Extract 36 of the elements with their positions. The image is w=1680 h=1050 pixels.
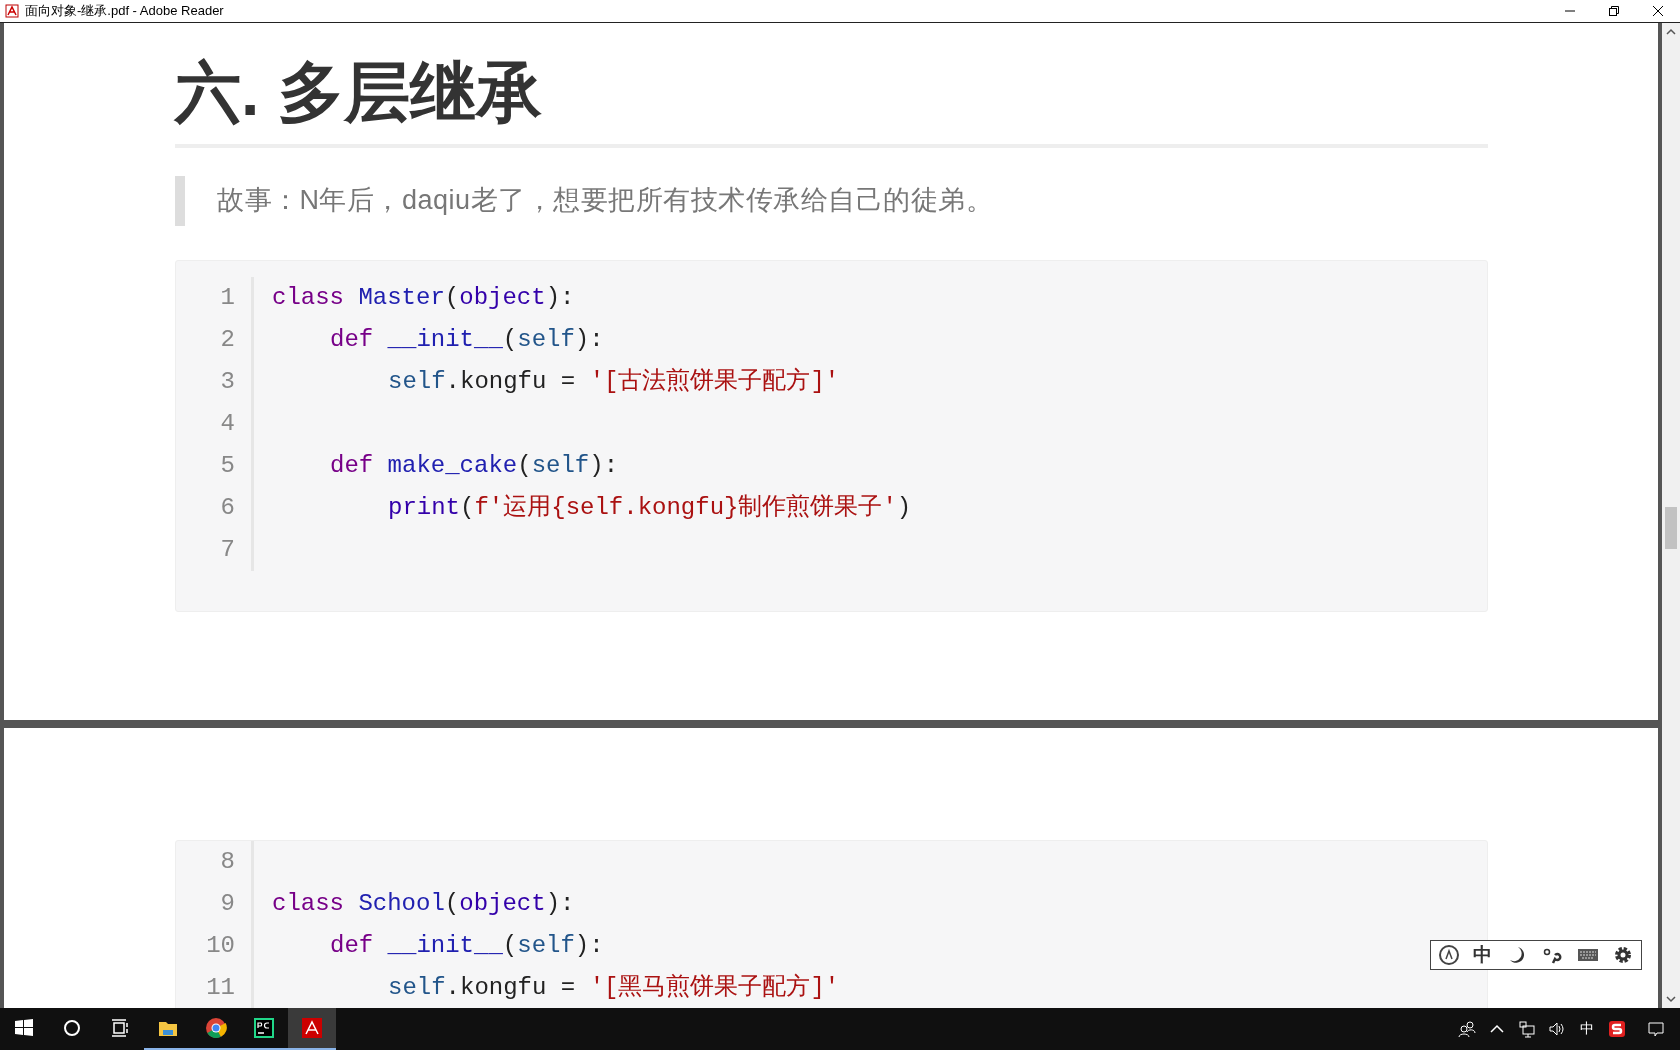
line-number: 3 <box>219 367 236 398</box>
section-heading: 六. 多层继承 <box>175 23 1488 149</box>
story-quote: 故事：N年后，daqiu老了，想要把所有技术传承给自己的徒弟。 <box>175 176 1488 227</box>
pdf-taskbar-button[interactable] <box>288 1008 336 1050</box>
code-line: class School(object): <box>272 889 575 919</box>
line-number: 1 <box>219 283 236 314</box>
windows-logo-icon <box>13 1017 35 1039</box>
restore-icon <box>1608 5 1620 17</box>
code-line: def __init__(self): <box>329 325 604 356</box>
code-line: class Master(object): <box>272 283 575 314</box>
line-number: 4 <box>219 409 236 440</box>
pdf-icon <box>5 4 19 18</box>
code-line: self.kongfu = '[古法煎饼果子配方]' <box>387 366 840 398</box>
sogou-logo-icon[interactable] <box>1437 944 1460 966</box>
line-number: 5 <box>219 451 236 482</box>
task-view-icon <box>109 1017 131 1039</box>
line-number: 2 <box>219 325 236 356</box>
chrome-icon <box>205 1017 227 1039</box>
close-icon <box>1652 5 1664 17</box>
code-line: self.kongfu = '[黑马煎饼果子配方]' <box>387 972 840 1003</box>
line-number: 6 <box>219 493 236 524</box>
line-number: 9 <box>219 889 236 919</box>
pycharm-icon <box>253 1017 275 1039</box>
scrollbar-thumb[interactable] <box>1665 507 1677 549</box>
line-number: 10 <box>205 931 236 961</box>
pdf-icon <box>301 1017 323 1039</box>
line-number: 7 <box>219 535 236 566</box>
input-language-indicator[interactable]: 中 <box>1572 1008 1602 1050</box>
circle-icon <box>61 1017 83 1039</box>
code-line: def make_cake(self): <box>329 451 619 482</box>
line-number: 11 <box>205 973 236 1003</box>
line-number: 8 <box>219 847 236 877</box>
code-line: print(f'运用{self.kongfu}制作煎饼果子') <box>387 493 912 524</box>
input-mode-toggle[interactable]: 中 <box>1473 942 1493 968</box>
window-title: 面向对象-继承.pdf - Adobe Reader <box>25 2 225 20</box>
code-line: def __init__(self): <box>329 931 604 961</box>
